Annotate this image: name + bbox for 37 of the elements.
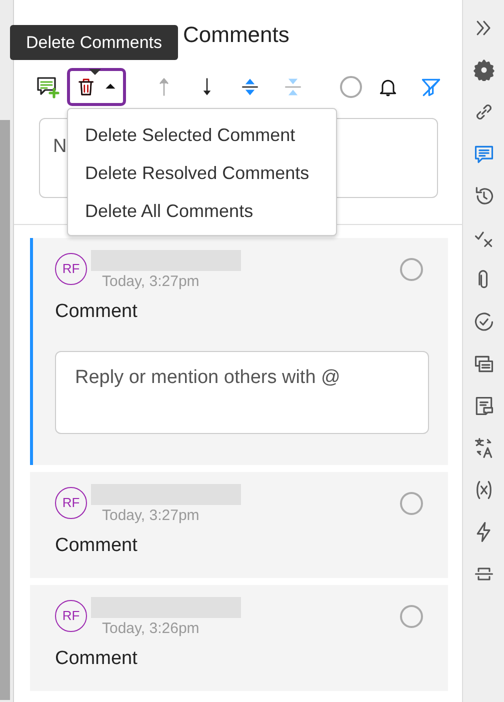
comment-card[interactable]: RF Today, 3:27pm Comment — [30, 472, 448, 578]
resolve-radio[interactable] — [400, 258, 423, 281]
compare-tab[interactable] — [472, 353, 494, 375]
tooltip: Delete Comments — [10, 25, 178, 60]
settings-tab[interactable] — [472, 59, 494, 81]
menu-item[interactable]: Delete Resolved Comments — [68, 154, 336, 192]
comment-text: Comment — [55, 534, 138, 558]
comment-time: Today, 3:27pm — [102, 272, 200, 292]
panel-title: Comments — [183, 22, 290, 47]
avatar: RF — [55, 600, 87, 632]
filter-off-icon — [420, 76, 442, 98]
review-tab[interactable] — [472, 311, 494, 333]
comments-tab[interactable] — [472, 143, 494, 165]
comment-card[interactable]: RF Today, 3:26pm Comment — [30, 585, 448, 691]
comment-text: Comment — [55, 646, 138, 670]
translate-icon — [472, 437, 494, 459]
circle-icon — [339, 75, 363, 99]
avatar: RF — [55, 487, 87, 519]
menu-item[interactable]: Delete Selected Comment — [68, 116, 336, 154]
avatar: RF — [55, 253, 87, 285]
collapse-icon — [282, 76, 304, 98]
compare-icon — [472, 353, 494, 375]
comment-card[interactable]: RF Today, 3:27pm Comment Reply or mention others with @ — [30, 238, 448, 465]
expand-icon — [239, 76, 261, 98]
comment-time: Today, 3:26pm — [102, 619, 200, 639]
menu-item[interactable]: Delete All Comments — [68, 192, 336, 230]
comment-text: Comment — [55, 300, 138, 324]
reply-field[interactable]: Reply or mention others with @ — [55, 351, 429, 434]
comment-icon — [472, 143, 494, 165]
add-comment-icon — [36, 75, 60, 99]
tooltip-pointer-icon — [89, 68, 101, 75]
resolve-radio[interactable] — [400, 492, 423, 515]
resolve-radio[interactable] — [400, 605, 423, 628]
gear-icon — [472, 59, 494, 81]
translate-tab[interactable] — [472, 437, 494, 459]
add-comment-button[interactable] — [36, 75, 60, 99]
comment-time: Today, 3:27pm — [102, 506, 200, 526]
